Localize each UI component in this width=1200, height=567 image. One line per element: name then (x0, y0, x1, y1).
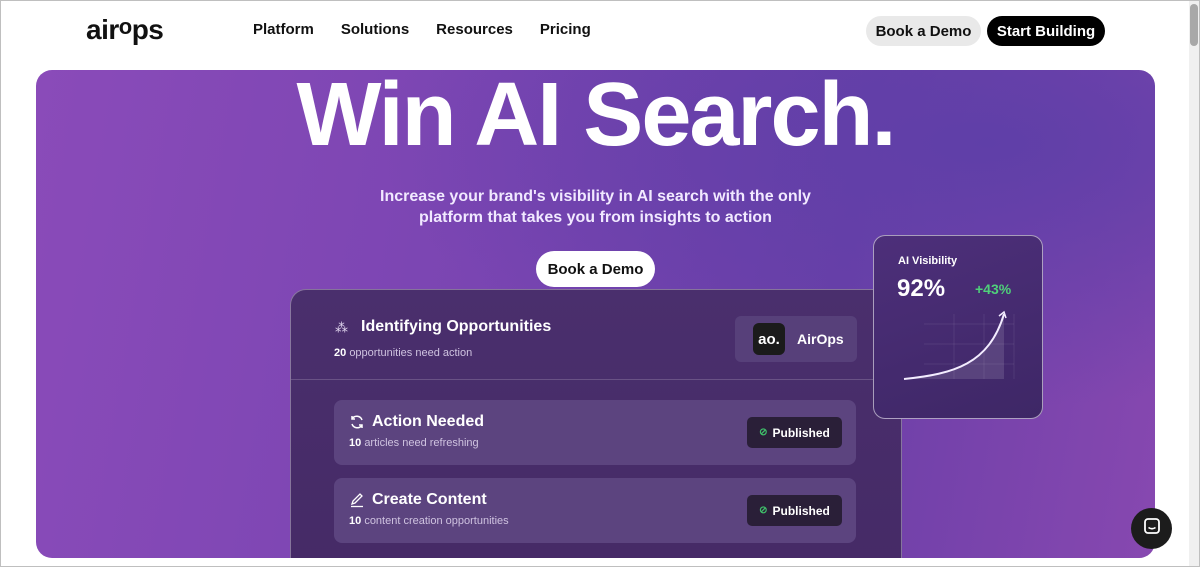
pencil-icon (349, 492, 365, 512)
check-circle-icon: ⊘ (759, 427, 768, 438)
visibility-label: AI Visibility (898, 255, 958, 267)
status-label: Published (772, 425, 830, 440)
row-title: Action Needed (372, 413, 485, 430)
row-subtitle: 10 content creation opportunities (349, 515, 509, 527)
panel-title: Identifying Opportunities (361, 318, 552, 335)
brand-name: AirOps (797, 331, 844, 347)
list-item-create-content[interactable]: Create Content 10 content creation oppor… (334, 478, 856, 543)
panel-divider (291, 379, 901, 380)
airops-logo[interactable]: airops (86, 14, 164, 46)
list-item-action-needed[interactable]: Action Needed 10 articles need refreshin… (334, 400, 856, 465)
brand-badge: ao. AirOps (735, 316, 857, 362)
hero-subtitle: Increase your brand's visibility in AI s… (36, 186, 1155, 228)
start-building-button[interactable]: Start Building (987, 16, 1105, 46)
row-count: 10 (349, 515, 362, 527)
nav-platform[interactable]: Platform (253, 21, 314, 38)
main-nav: Platform Solutions Resources Pricing (253, 21, 591, 38)
page-scrollbar[interactable] (1189, 0, 1199, 567)
chat-icon (1143, 517, 1161, 540)
row-text: articles need refreshing (364, 437, 479, 449)
sparkle-icon: ⁂ (335, 320, 348, 335)
hero-subtitle-line-2: platform that takes you from insights to… (419, 209, 772, 226)
scrollbar-thumb[interactable] (1190, 4, 1198, 46)
visibility-delta: +43% (975, 281, 1012, 297)
panel-count: 20 (334, 347, 347, 359)
visibility-trend-chart (903, 310, 1015, 380)
opportunities-panel: ⁂ Identifying Opportunities 20 opportuni… (290, 289, 902, 558)
nav-resources[interactable]: Resources (436, 21, 513, 38)
refresh-icon (349, 414, 365, 434)
status-badge: ⊘ Published (747, 417, 842, 448)
hero-headline: Win AI Search. (296, 70, 896, 165)
panel-count-text: opportunities need action (349, 347, 473, 359)
book-demo-button[interactable]: Book a Demo (866, 16, 981, 46)
hero-subtitle-line-1: Increase your brand's visibility in AI s… (380, 188, 811, 205)
airops-mark-icon: ao. (753, 323, 785, 355)
row-count: 10 (349, 437, 362, 449)
nav-pricing[interactable]: Pricing (540, 21, 591, 38)
check-circle-icon: ⊘ (759, 505, 768, 516)
row-text: content creation opportunities (364, 515, 509, 527)
row-title: Create Content (372, 491, 487, 508)
ai-visibility-card: AI Visibility 92% +43% (873, 235, 1043, 419)
nav-solutions[interactable]: Solutions (341, 21, 409, 38)
row-subtitle: 10 articles need refreshing (349, 437, 479, 449)
hero-book-demo-button[interactable]: Book a Demo (536, 251, 655, 287)
status-badge: ⊘ Published (747, 495, 842, 526)
visibility-value: 92% (897, 275, 946, 302)
hero-section: Win AI Search. Increase your brand's vis… (36, 70, 1155, 558)
chat-button[interactable] (1131, 508, 1172, 549)
status-label: Published (772, 503, 830, 518)
panel-subtitle: 20 opportunities need action (334, 347, 472, 359)
